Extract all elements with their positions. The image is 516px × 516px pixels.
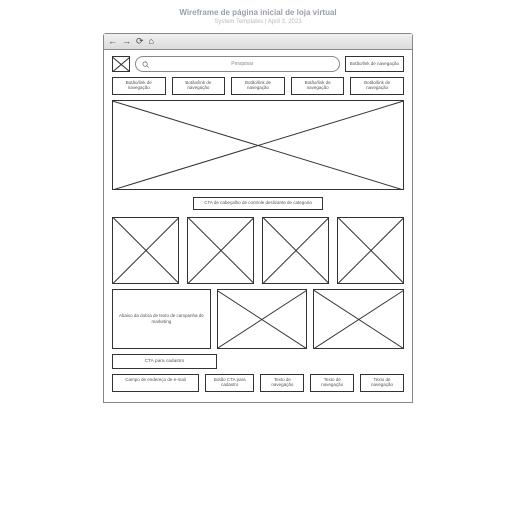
forward-icon[interactable]: → [122, 37, 131, 46]
footer-nav-link[interactable]: Texto de navegação [310, 374, 354, 392]
campaign-row: Abaixo da dobra de texto de campanha de … [112, 289, 404, 349]
search-input[interactable]: Pesquisar [135, 56, 340, 72]
campaign-image-placeholder[interactable] [313, 289, 404, 349]
logo-placeholder[interactable] [112, 56, 130, 72]
footer-row: Campo de endereço de e-mail Botão CTA pa… [112, 374, 404, 392]
browser-chrome: ← → ⟳ ⌂ [104, 34, 412, 50]
header-row: Pesquisar Botão/link de navegação [112, 56, 404, 72]
spacer [223, 354, 404, 369]
page-body: Pesquisar Botão/link de navegação Botão/… [104, 50, 412, 402]
marketing-text-block: Abaixo da dobra de texto de campanha de … [112, 289, 211, 349]
back-icon[interactable]: ← [108, 37, 117, 46]
primary-nav: Botão/link de navegação Botão/link de na… [112, 77, 404, 95]
nav-button[interactable]: Botão/link de navegação [231, 77, 285, 95]
nav-button[interactable]: Botão/link de navegação [172, 77, 226, 95]
reload-icon[interactable]: ⟳ [136, 37, 144, 46]
header-nav-button[interactable]: Botão/link de navegação [345, 56, 404, 72]
category-thumb[interactable] [112, 217, 179, 284]
signup-button[interactable]: Botão CTA para cadastro [205, 374, 254, 392]
browser-window: ← → ⟳ ⌂ Pesquisar Botão/link de navegaçã… [103, 33, 413, 403]
category-thumb[interactable] [187, 217, 254, 284]
hero-image-placeholder [112, 100, 404, 190]
category-thumb[interactable] [337, 217, 404, 284]
home-icon[interactable]: ⌂ [149, 37, 154, 46]
document-header: Wireframe de página inicial de loja virt… [0, 0, 516, 25]
search-icon [142, 61, 149, 68]
nav-button[interactable]: Botão/link de navegação [112, 77, 166, 95]
page-subtitle: System Templates | April 3, 2023 [0, 19, 516, 25]
page-title: Wireframe de página inicial de loja virt… [0, 8, 516, 17]
signup-cta-row: CTA para cadastro [112, 354, 404, 369]
email-field[interactable]: Campo de endereço de e-mail [112, 374, 199, 392]
footer-nav-link[interactable]: Texto de navegação [360, 374, 404, 392]
campaign-image-placeholder[interactable] [217, 289, 308, 349]
nav-button[interactable]: Botão/link de navegação [291, 77, 345, 95]
signup-cta[interactable]: CTA para cadastro [112, 354, 217, 369]
footer-nav-link[interactable]: Texto de navegação [260, 374, 304, 392]
category-thumb[interactable] [262, 217, 329, 284]
category-thumb-row [112, 217, 404, 284]
category-slider-cta[interactable]: CTA de cabeçalho de controle deslizante … [193, 197, 323, 210]
search-placeholder: Pesquisar [152, 61, 333, 67]
nav-button[interactable]: Botão/link de navegação [350, 77, 404, 95]
